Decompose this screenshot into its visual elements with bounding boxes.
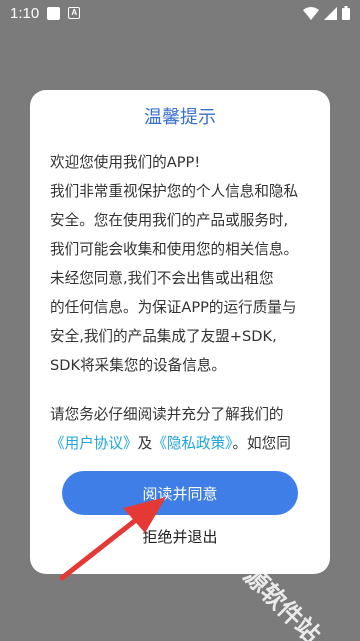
trailing-text: 。如您同 xyxy=(232,435,291,452)
body-line: 安全,我们的产品集成了友盟+SDK, xyxy=(50,328,277,345)
square-notification-icon xyxy=(47,6,61,20)
reject-button[interactable]: 拒绝并退出 xyxy=(30,526,330,547)
policy-links-line: 《用户协议》及《隐私政策》。如您同 xyxy=(50,429,312,458)
body-line: 未经您同意,我们不会出售或出租您 xyxy=(50,270,274,287)
signal-icon xyxy=(324,6,337,20)
status-time: 1:10 xyxy=(10,4,40,22)
dialog-body: 欢迎您使用我们的APP! 我们非常重视保护您的个人信息和隐私 安全。您在使用我们… xyxy=(50,148,312,458)
privacy-policy-link[interactable]: 《隐私政策》 xyxy=(152,435,232,452)
body-line: SDK将采集您的设备信息。 xyxy=(50,357,227,374)
notice-line: 请您务必仔细阅读并充分了解我们的 xyxy=(50,406,284,423)
user-agreement-link[interactable]: 《用户协议》 xyxy=(50,435,138,452)
battery-icon xyxy=(342,6,350,20)
wifi-icon xyxy=(303,6,319,20)
body-line: 欢迎您使用我们的APP! xyxy=(50,154,201,171)
privacy-dialog: 温馨提示 欢迎您使用我们的APP! 我们非常重视保护您的个人信息和隐私 安全。您… xyxy=(30,90,330,574)
status-bar: 1:10 A xyxy=(0,0,360,26)
body-line: 我们可能会收集和使用您的相关信息。 xyxy=(50,241,299,258)
body-line: 我们非常重视保护您的个人信息和隐私 xyxy=(50,183,299,200)
a-notification-icon: A xyxy=(68,7,81,19)
agree-button[interactable]: 阅读并同意 xyxy=(62,471,298,515)
body-line: 安全。您在使用我们的产品或服务时, xyxy=(50,212,289,229)
dialog-title: 温馨提示 xyxy=(144,107,216,128)
and-text: 及 xyxy=(137,435,153,452)
body-line: 的任何信息。为保证APP的运行质量与 xyxy=(50,299,297,316)
